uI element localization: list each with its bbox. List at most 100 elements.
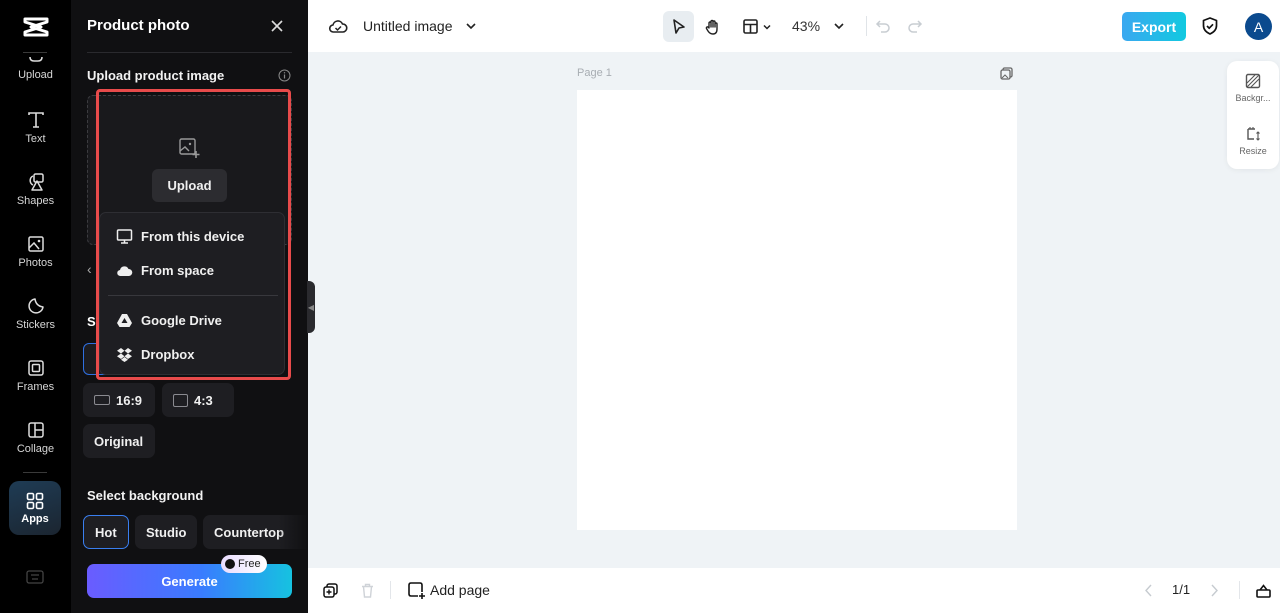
design-canvas[interactable] bbox=[577, 90, 1017, 530]
rail-label: Text bbox=[25, 133, 46, 145]
rail-item-frames[interactable]: Frames bbox=[0, 358, 71, 393]
chevron-down-icon[interactable] bbox=[465, 20, 477, 32]
keyboard-icon[interactable] bbox=[26, 570, 44, 584]
layout-icon bbox=[743, 19, 758, 34]
menu-item-dropbox[interactable]: Dropbox bbox=[100, 339, 286, 369]
bottom-divider bbox=[1239, 581, 1240, 599]
expand-pages-icon[interactable] bbox=[1255, 582, 1272, 599]
menu-item-google-drive[interactable]: Google Drive bbox=[100, 305, 286, 335]
toolbar-divider bbox=[866, 16, 867, 36]
shapes-icon bbox=[28, 173, 44, 191]
cloud-saved-icon[interactable] bbox=[328, 16, 348, 36]
add-page-icon bbox=[408, 582, 425, 599]
upload-icon bbox=[28, 56, 43, 62]
photos-icon bbox=[27, 236, 44, 252]
user-avatar[interactable]: A bbox=[1245, 13, 1272, 40]
rail-label: Frames bbox=[16, 381, 55, 393]
bottom-divider bbox=[390, 581, 391, 599]
scroll-fade bbox=[278, 515, 308, 551]
monitor-icon bbox=[116, 228, 133, 244]
rail-item-collage[interactable]: Collage bbox=[0, 420, 71, 455]
background-section-label: Select background bbox=[87, 488, 204, 503]
apps-icon bbox=[26, 492, 44, 510]
capcut-logo[interactable] bbox=[0, 10, 71, 44]
background-label: Hot bbox=[95, 524, 117, 540]
collapse-panel-handle[interactable]: ◀ bbox=[307, 281, 315, 333]
menu-item-from-device[interactable]: From this device bbox=[100, 221, 286, 251]
hand-tool-button[interactable] bbox=[702, 11, 724, 42]
upload-source-menu: From this device From space Google Drive… bbox=[99, 212, 285, 375]
rail-label: Shapes bbox=[16, 195, 55, 207]
collage-icon bbox=[27, 422, 44, 438]
duplicate-page-icon[interactable] bbox=[999, 66, 1014, 81]
chevron-down-icon bbox=[763, 24, 771, 30]
right-toolbar: Backgr... Resize bbox=[1227, 61, 1279, 169]
info-icon[interactable] bbox=[278, 69, 291, 82]
ratio-label: Original bbox=[94, 433, 144, 449]
shield-check-icon[interactable] bbox=[1200, 16, 1220, 36]
dropbox-icon bbox=[117, 347, 132, 362]
upload-button[interactable]: Upload bbox=[152, 169, 227, 202]
text-icon bbox=[27, 112, 44, 128]
rail-item-apps[interactable]: Apps bbox=[9, 481, 61, 535]
free-badge-label: Free bbox=[238, 558, 261, 570]
ratio-label: 16:9 bbox=[116, 392, 143, 408]
cloud-icon bbox=[117, 265, 133, 276]
logo-icon bbox=[23, 17, 48, 37]
google-drive-icon bbox=[117, 313, 132, 327]
ratio-4-3-icon bbox=[173, 393, 188, 407]
rail-divider bbox=[23, 52, 47, 53]
chevron-down-icon[interactable] bbox=[832, 19, 846, 33]
background-label: Countertop bbox=[214, 524, 285, 540]
rail-item-shapes[interactable]: Shapes bbox=[0, 172, 71, 207]
chevron-left-icon[interactable]: ‹ bbox=[87, 261, 92, 277]
document-title[interactable]: Untitled image bbox=[363, 18, 453, 34]
menu-item-from-space[interactable]: From space bbox=[100, 255, 286, 285]
add-page-button[interactable]: Add page bbox=[407, 580, 490, 600]
rail-item-photos[interactable]: Photos bbox=[0, 234, 71, 269]
background-options: Hot Studio Countertop bbox=[83, 515, 308, 551]
page-label: Page 1 bbox=[577, 67, 612, 79]
redo-icon[interactable] bbox=[906, 17, 924, 35]
top-bar: Untitled image 43% Export A bbox=[308, 0, 1280, 52]
zoom-level[interactable]: 43% bbox=[792, 18, 820, 34]
resize-tool[interactable]: Resize bbox=[1227, 126, 1279, 156]
chevron-left-icon[interactable] bbox=[1140, 582, 1157, 599]
stickers-icon bbox=[27, 298, 44, 314]
undo-icon[interactable] bbox=[874, 17, 892, 35]
export-button[interactable]: Export bbox=[1122, 12, 1186, 41]
duplicate-icon[interactable] bbox=[322, 582, 339, 599]
menu-item-label: From this device bbox=[141, 228, 245, 244]
background-tool[interactable]: Backgr... bbox=[1227, 73, 1279, 103]
background-icon bbox=[1245, 73, 1261, 89]
rail-divider bbox=[23, 472, 47, 473]
page-counter: 1/1 bbox=[1172, 582, 1191, 597]
tool-label: Resize bbox=[1239, 146, 1267, 156]
menu-item-label: Google Drive bbox=[141, 312, 222, 328]
size-section-label: S bbox=[87, 314, 96, 329]
add-page-label: Add page bbox=[430, 582, 490, 598]
background-option-studio[interactable]: Studio bbox=[135, 515, 198, 549]
menu-item-label: From space bbox=[141, 262, 214, 278]
panel-divider bbox=[87, 52, 292, 53]
chevron-right-icon[interactable] bbox=[1206, 582, 1223, 599]
trash-icon[interactable] bbox=[359, 582, 376, 599]
rail-label: Photos bbox=[18, 257, 53, 269]
nav-rail: Upload Text Shapes Photos Stickers Frame… bbox=[0, 0, 71, 613]
rail-item-stickers[interactable]: Stickers bbox=[0, 296, 71, 331]
add-image-icon bbox=[179, 138, 200, 158]
rail-item-text[interactable]: Text bbox=[0, 110, 71, 145]
layout-dropdown-button[interactable] bbox=[738, 11, 776, 42]
tool-label: Backgr... bbox=[1235, 93, 1271, 103]
menu-divider bbox=[108, 295, 278, 296]
rail-label: Upload bbox=[18, 69, 53, 81]
ratio-option-original[interactable]: Original bbox=[83, 424, 155, 458]
ratio-option-16-9[interactable]: 16:9 bbox=[83, 383, 155, 417]
background-option-hot[interactable]: Hot bbox=[83, 515, 129, 549]
ratio-option-4-3[interactable]: 4:3 bbox=[162, 383, 234, 417]
rail-item-upload[interactable]: Upload bbox=[0, 56, 71, 81]
close-icon[interactable] bbox=[268, 17, 286, 35]
select-tool-button[interactable] bbox=[663, 11, 694, 42]
ratio-label: 4:3 bbox=[194, 392, 213, 408]
rail-label: Stickers bbox=[15, 319, 56, 331]
